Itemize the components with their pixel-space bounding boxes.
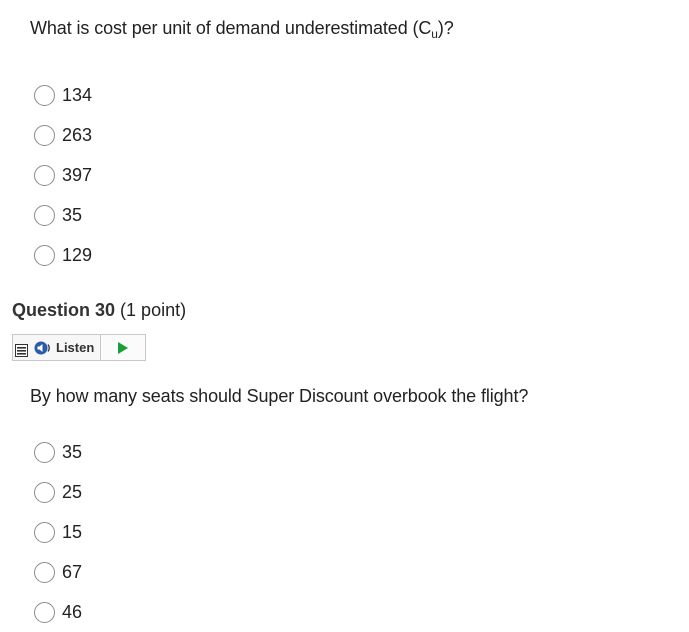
radio-button[interactable]: [34, 204, 55, 226]
menu-icon[interactable]: [15, 344, 28, 357]
radio-button[interactable]: [34, 521, 55, 543]
question-29-text: What is cost per unit of demand underest…: [30, 18, 454, 41]
q30-option-2[interactable]: 25: [34, 472, 82, 512]
option-label: 46: [62, 601, 83, 622]
q29-option-5[interactable]: 129: [34, 235, 92, 275]
option-label: 35: [62, 204, 83, 225]
speaker-icon: [34, 341, 50, 354]
question-29-text-main: What is cost per unit of demand underest…: [30, 18, 432, 38]
radio-button[interactable]: [34, 481, 55, 503]
q29-option-2[interactable]: 263: [34, 115, 92, 155]
play-button[interactable]: [101, 335, 145, 360]
question-29-options: 134 263 397 35 129: [34, 75, 92, 275]
listen-label: Listen: [56, 340, 95, 355]
option-label: 397: [62, 164, 93, 185]
radio-button[interactable]: [34, 561, 55, 583]
radio-button[interactable]: [34, 84, 55, 106]
q29-option-4[interactable]: 35: [34, 195, 92, 235]
question-30-text: By how many seats should Super Discount …: [30, 386, 529, 406]
question-29-subscript: u: [431, 27, 438, 41]
radio-button[interactable]: [34, 441, 55, 463]
question-number: Question 30: [12, 300, 116, 320]
option-label: 263: [62, 124, 93, 145]
option-label: 15: [62, 521, 83, 542]
question-30-header: Question 30 (1 point): [12, 300, 186, 321]
option-label: 134: [62, 84, 93, 105]
option-label: 67: [62, 561, 83, 582]
q30-option-4[interactable]: 67: [34, 552, 82, 592]
radio-button[interactable]: [34, 244, 55, 266]
q30-option-1[interactable]: 35: [34, 432, 82, 472]
radio-button[interactable]: [34, 124, 55, 146]
play-icon: [118, 341, 129, 354]
q30-option-3[interactable]: 15: [34, 512, 82, 552]
question-points: (1 point): [120, 300, 187, 320]
option-label: 25: [62, 481, 83, 502]
option-label: 35: [62, 441, 83, 462]
listen-widget: Listen: [12, 334, 146, 361]
q29-option-1[interactable]: 134: [34, 75, 92, 115]
radio-button[interactable]: [34, 601, 55, 623]
question-30-options: 35 25 15 67 46: [34, 432, 82, 632]
option-label: 129: [62, 244, 93, 265]
listen-button[interactable]: Listen: [13, 335, 102, 360]
q30-option-5[interactable]: 46: [34, 592, 82, 632]
question-29-text-end: )?: [437, 18, 454, 38]
q29-option-3[interactable]: 397: [34, 155, 92, 195]
radio-button[interactable]: [34, 164, 55, 186]
